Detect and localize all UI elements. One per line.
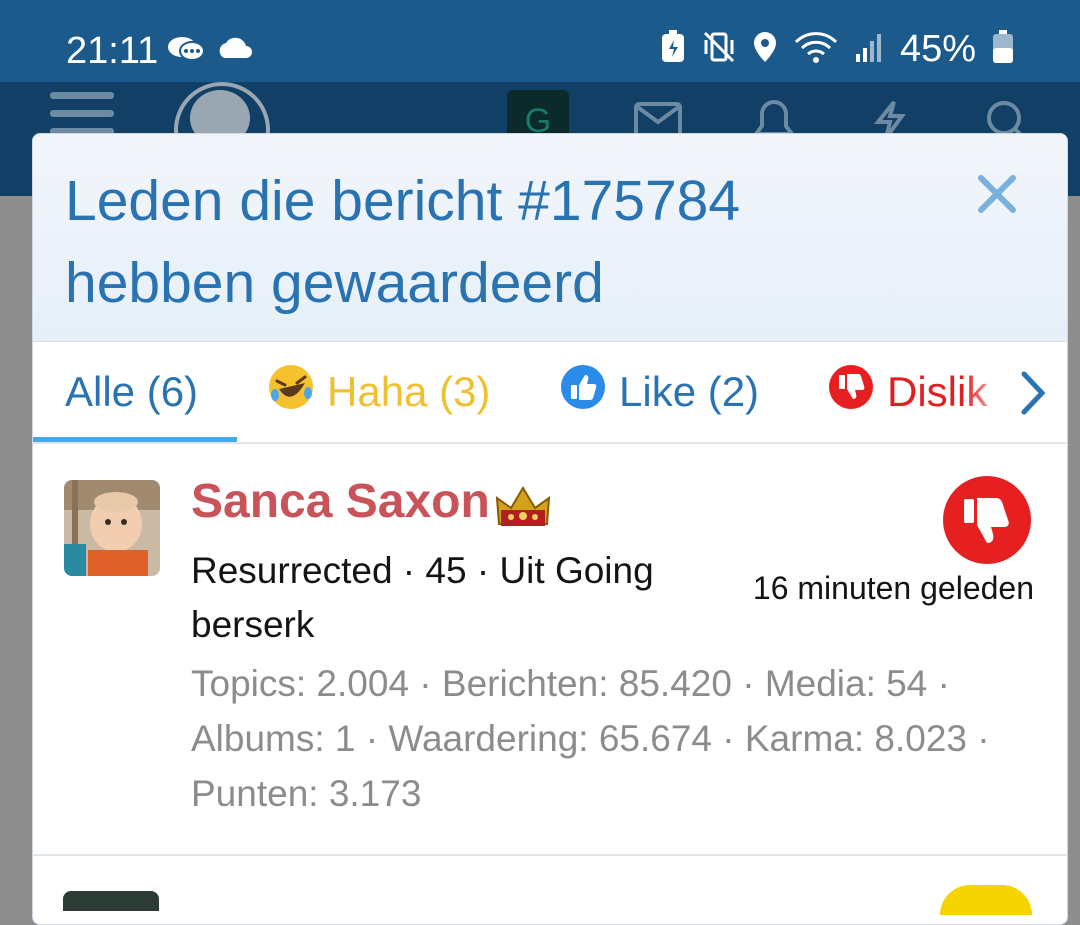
status-time: 21:11 [66,30,159,72]
next-member-avatar[interactable] [63,891,159,911]
modal-header: Leden die bericht #175784 hebben gewaard… [33,134,1067,342]
battery-saver-icon [660,30,686,69]
modal-title: Leden die bericht #175784 hebben gewaard… [65,169,741,315]
haha-emoji-icon [267,363,315,421]
cloud-icon [216,34,254,69]
tab-like-label: Like (2) [619,368,760,415]
tab-like[interactable]: Like (2) [559,342,759,442]
tab-all[interactable]: Alle (6) [33,342,269,442]
member-row: Sanca Saxon Resurrected · 45 · Uit Going… [33,444,1067,856]
signal-icon [854,30,884,69]
tab-haha-label: Haha (3) [327,368,491,415]
chat-bubbles-icon [166,34,206,69]
dislike-reaction-icon [942,475,1032,565]
reactions-modal: Leden die bericht #175784 hebben gewaard… [32,133,1068,925]
battery-percent: 45% [899,28,976,70]
wifi-icon [794,30,838,69]
member-role: Resurrected · 45 · Uit Going berserk [191,550,654,645]
close-icon[interactable] [975,172,1019,216]
dislike-icon [827,363,875,421]
chevron-right-icon[interactable] [1018,368,1048,418]
reaction-time: 16 minuten geleden [752,570,1034,606]
battery-icon [992,30,1014,69]
active-tab-indicator [33,437,237,442]
reaction-tabs: Alle (6) Haha (3) Like (2) Dislik [33,342,1067,444]
crown-icon [495,484,551,535]
status-bar: 21:11 45% [0,0,1080,82]
like-icon [559,363,607,421]
vibrate-mute-icon [702,30,736,69]
tab-haha[interactable]: Haha (3) [267,342,490,442]
member-stats: Topics: 2.004 · Berichten: 85.420 · Medi… [191,663,990,814]
member-name[interactable]: Sanca Saxon [191,474,490,529]
next-reaction-icon [940,885,1032,915]
member-avatar[interactable] [64,480,160,576]
location-icon [752,30,778,69]
tab-all-label: Alle (6) [65,368,199,415]
